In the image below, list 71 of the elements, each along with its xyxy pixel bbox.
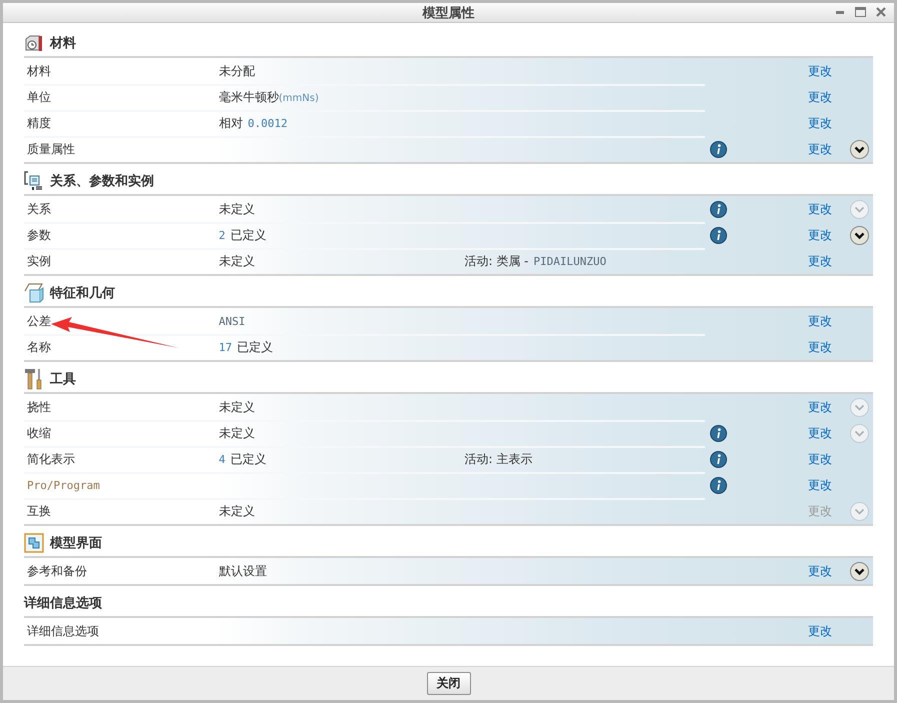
property-value: 4 已定义 [218, 450, 266, 468]
property-value: 2 已定义 [218, 226, 266, 244]
property-value: 默认设置 [218, 562, 267, 580]
change-link[interactable]: 更改 [808, 398, 846, 416]
section-title: 特征和几何 [50, 285, 115, 302]
change-link[interactable]: 更改 [808, 88, 846, 106]
change-link[interactable]: 更改 [808, 140, 846, 158]
change-link[interactable]: 更改 [808, 562, 846, 580]
window-title: 模型属性 [422, 4, 474, 22]
info-icon[interactable] [710, 476, 728, 494]
change-link[interactable]: 更改 [808, 226, 846, 244]
property-value: 未定义 [218, 200, 255, 218]
property-label: 精度 [27, 116, 51, 130]
property-value: 未定义 [218, 398, 255, 416]
property-label: 实例 [27, 254, 51, 268]
clipboard-icon [24, 33, 44, 53]
change-link[interactable]: 更改 [808, 450, 846, 468]
property-label: 参数 [27, 228, 51, 242]
section-title: 详细信息选项 [24, 594, 102, 612]
property-value: 未定义 [218, 502, 255, 520]
change-link[interactable]: 更改 [808, 338, 846, 356]
property-label: 互换 [27, 504, 51, 518]
change-link[interactable]: 更改 [808, 114, 846, 132]
close-button[interactable]: 关闭 [426, 672, 470, 695]
property-value: 17 已定义 [218, 338, 274, 356]
property-value: 未定义 [218, 252, 255, 270]
info-icon[interactable] [710, 140, 728, 158]
active-status: 活动: 主表示 [464, 450, 532, 468]
property-value: 未定义 [218, 424, 255, 442]
property-value: 未分配 [218, 62, 255, 80]
section-title: 材料 [50, 35, 76, 52]
property-label: 收缩 [27, 426, 51, 440]
info-icon[interactable] [710, 450, 728, 468]
info-icon[interactable] [710, 424, 728, 442]
document-icon [24, 171, 44, 191]
expand-icon[interactable] [850, 226, 869, 244]
minimize-icon[interactable] [835, 10, 845, 14]
property-label: 简化表示 [27, 452, 75, 466]
property-label: 质量属性 [27, 142, 75, 156]
maximize-icon[interactable] [855, 7, 866, 17]
section-title: 模型界面 [50, 535, 102, 552]
property-value: 相对 0.0012 [218, 114, 288, 132]
property-label: 挠性 [27, 400, 51, 414]
info-icon[interactable] [710, 200, 728, 218]
active-status: 活动: 类属 - PIDAILUNZUO [464, 252, 606, 270]
property-label: 参考和备份 [27, 564, 87, 578]
section-title: 关系、参数和实例 [50, 172, 154, 190]
property-label: 材料 [27, 64, 51, 78]
tools-icon [24, 368, 44, 390]
property-label: Pro/Program [27, 479, 100, 492]
change-link[interactable]: 更改 [808, 424, 846, 442]
section-title: 工具 [50, 371, 76, 388]
change-link[interactable]: 更改 [808, 312, 846, 330]
property-value: ANSI [218, 315, 246, 328]
change-link[interactable]: 更改 [808, 622, 846, 640]
property-label: 详细信息选项 [27, 624, 99, 638]
property-value: 毫米牛顿秒(mmNs) [218, 88, 319, 106]
property-label: 公差 [27, 314, 51, 328]
info-icon[interactable] [710, 226, 728, 244]
expand-icon[interactable] [850, 140, 869, 158]
property-label: 名称 [27, 340, 51, 354]
change-link[interactable]: 更改 [808, 476, 846, 494]
property-label: 单位 [27, 90, 51, 104]
close-icon[interactable] [876, 7, 886, 17]
change-link[interactable]: 更改 [808, 62, 846, 80]
cube-icon [24, 283, 44, 303]
expand-icon[interactable] [850, 562, 869, 580]
change-link[interactable]: 更改 [808, 200, 846, 218]
property-label: 关系 [27, 202, 51, 216]
puzzle-icon [24, 533, 44, 553]
change-link[interactable]: 更改 [808, 252, 846, 270]
